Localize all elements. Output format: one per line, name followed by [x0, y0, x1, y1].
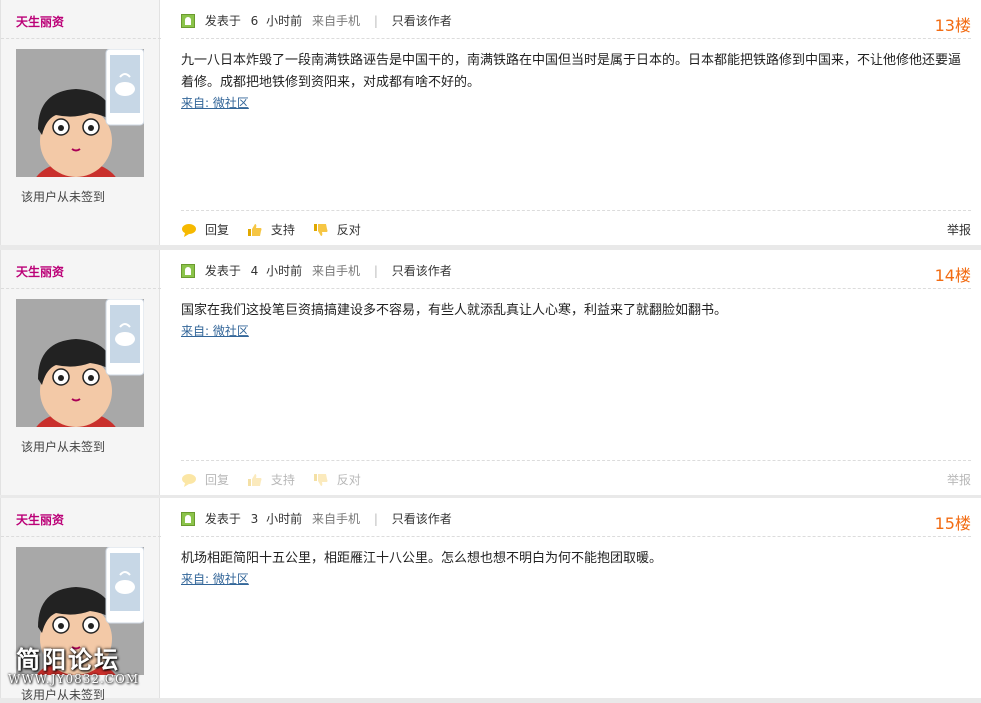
avatar[interactable] [16, 299, 144, 427]
divider [1, 38, 161, 39]
from-mobile: 来自手机 [311, 512, 360, 526]
reply-button[interactable]: 回复 [181, 220, 229, 240]
post-13: 天生丽资 该用户从未签到 发表于 6 小时前 来自手机 | 只看该作者 13楼 … [0, 0, 981, 245]
sign-status: 该用户从未签到 [21, 440, 106, 454]
post-actions: 回复 支持 反对 举报 [181, 470, 971, 490]
posted-prefix: 发表于 [204, 264, 241, 278]
hours-value: 4 [250, 264, 259, 278]
post-actions: 回复 支持 反对 举报 [181, 220, 971, 240]
site-watermark: 简阳论坛 [16, 646, 120, 674]
hours-value: 3 [250, 512, 259, 526]
hours-ago: 小时前 [266, 512, 303, 526]
oppose-label: 反对 [336, 223, 361, 237]
support-label: 支持 [270, 473, 295, 487]
avatar[interactable] [16, 49, 144, 177]
online-status-icon [181, 512, 195, 526]
sign-status: 该用户从未签到 [21, 688, 106, 702]
divider [181, 38, 971, 39]
oppose-label: 反对 [336, 473, 361, 487]
post-meta: 发表于 3 小时前 来自手机 | 只看该作者 [181, 510, 452, 528]
divider [1, 288, 161, 289]
reply-icon [182, 474, 196, 487]
meta-separator: | [373, 264, 378, 278]
post-text: 国家在我们这投笔巨资搞搞建设多不容易，有些人就添乱真让人心寒，利益来了就翻脸如翻… [181, 303, 728, 318]
oppose-button[interactable]: 反对 [313, 470, 361, 490]
post-14: 天生丽资 该用户从未签到 发表于 4 小时前 来自手机 | 只看该作者 14楼 … [0, 250, 981, 495]
author-name-link[interactable]: 天生丽资 [16, 263, 64, 280]
site-watermark-url: WWW.JY0832.COM [8, 672, 140, 686]
report-link[interactable]: 举报 [947, 470, 971, 490]
posted-prefix: 发表于 [204, 512, 241, 526]
from-mobile: 来自手机 [311, 264, 360, 278]
divider [181, 288, 971, 289]
author-sidebar: 天生丽资 该用户从未签到 [0, 250, 161, 495]
divider [181, 210, 971, 211]
post-text: 九一八日本炸毁了一段南满铁路诬告是中国干的，南满铁路在中国但当时是属于日本的。日… [181, 53, 962, 90]
thumbs-down-icon [313, 224, 328, 236]
floor-number[interactable]: 13楼 [935, 12, 971, 36]
source-link[interactable]: 来自: 微社区 [181, 322, 971, 340]
post-content: 机场相距简阳十五公里，相距雁江十八公里。怎么想也想不明白为何不能抱团取暖。 来自… [181, 548, 971, 588]
post-meta: 发表于 6 小时前 来自手机 | 只看该作者 [181, 12, 452, 30]
hours-ago: 小时前 [266, 14, 303, 28]
divider [181, 460, 971, 461]
support-button[interactable]: 支持 [247, 220, 295, 240]
post-main: 发表于 6 小时前 来自手机 | 只看该作者 13楼 九一八日本炸毁了一段南满铁… [181, 0, 971, 245]
source-link[interactable]: 来自: 微社区 [181, 570, 971, 588]
divider [1, 536, 161, 537]
meta-separator: | [373, 14, 378, 28]
support-label: 支持 [270, 223, 295, 237]
reply-icon [182, 224, 196, 237]
reply-button[interactable]: 回复 [181, 470, 229, 490]
post-main: 发表于 4 小时前 来自手机 | 只看该作者 14楼 国家在我们这投笔巨资搞搞建… [181, 250, 971, 495]
source-link[interactable]: 来自: 微社区 [181, 94, 971, 112]
thumbs-up-icon [247, 474, 262, 486]
oppose-button[interactable]: 反对 [313, 220, 361, 240]
posted-prefix: 发表于 [204, 14, 241, 28]
post-text: 机场相距简阳十五公里，相距雁江十八公里。怎么想也想不明白为何不能抱团取暖。 [181, 551, 663, 566]
only-author-link[interactable]: 只看该作者 [392, 14, 452, 28]
author-name-link[interactable]: 天生丽资 [16, 511, 64, 528]
post-meta: 发表于 4 小时前 来自手机 | 只看该作者 [181, 262, 452, 280]
author-sidebar: 天生丽资 该用户从未签到 [0, 0, 161, 245]
support-button[interactable]: 支持 [247, 470, 295, 490]
post-content: 九一八日本炸毁了一段南满铁路诬告是中国干的，南满铁路在中国但当时是属于日本的。日… [181, 50, 971, 112]
floor-number[interactable]: 15楼 [935, 510, 971, 534]
online-status-icon [181, 264, 195, 278]
only-author-link[interactable]: 只看该作者 [392, 512, 452, 526]
divider [181, 536, 971, 537]
post-main: 发表于 3 小时前 来自手机 | 只看该作者 15楼 机场相距简阳十五公里，相距… [181, 498, 971, 698]
report-link[interactable]: 举报 [947, 220, 971, 240]
hours-ago: 小时前 [266, 264, 303, 278]
online-status-icon [181, 14, 195, 28]
sign-status: 该用户从未签到 [21, 190, 106, 204]
hours-value: 6 [250, 14, 259, 28]
thumbs-up-icon [247, 224, 262, 236]
post-content: 国家在我们这投笔巨资搞搞建设多不容易，有些人就添乱真让人心寒，利益来了就翻脸如翻… [181, 300, 971, 340]
author-name-link[interactable]: 天生丽资 [16, 13, 64, 30]
post-15: 天生丽资 该用户从未签到 发表于 3 小时前 来自手机 | 只看该作者 15楼 … [0, 498, 981, 702]
meta-separator: | [373, 512, 378, 526]
thumbs-down-icon [313, 474, 328, 486]
floor-number[interactable]: 14楼 [935, 262, 971, 286]
reply-label: 回复 [205, 473, 230, 487]
only-author-link[interactable]: 只看该作者 [392, 264, 452, 278]
from-mobile: 来自手机 [311, 14, 360, 28]
reply-label: 回复 [205, 223, 230, 237]
